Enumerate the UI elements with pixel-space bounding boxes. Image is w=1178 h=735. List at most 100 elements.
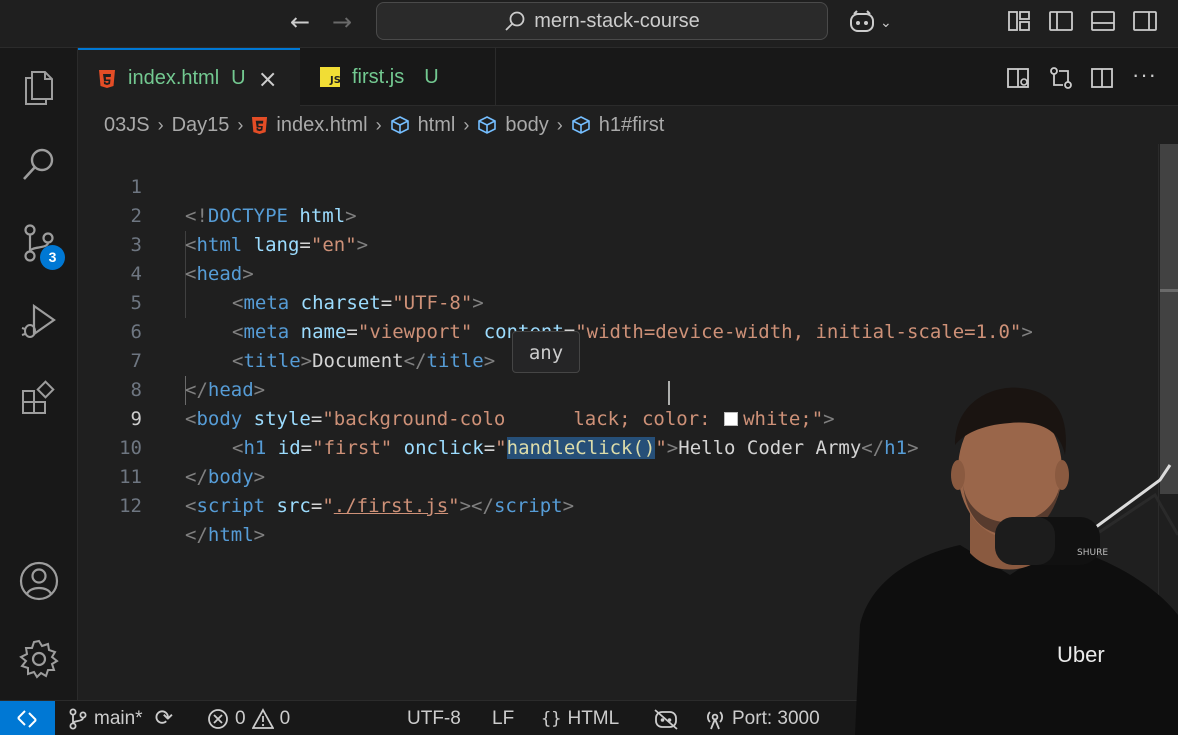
scrollbar-cursor-marker (1160, 289, 1178, 292)
svg-text:JS: JS (329, 75, 340, 86)
accounts-icon[interactable] (18, 560, 60, 602)
branch-indicator[interactable]: main* ⟳ (68, 701, 173, 735)
breadcrumb-item-symbol[interactable]: html (390, 113, 456, 137)
chevron-right-icon: › (237, 114, 244, 135)
gear-icon[interactable] (18, 638, 60, 680)
tab-label: first.js (352, 65, 405, 88)
breadcrumb-item-symbol[interactable]: body (477, 113, 549, 137)
chevron-right-icon: › (375, 114, 382, 135)
back-arrow-icon[interactable]: ← (285, 8, 315, 36)
code-line: 3 <head> (78, 202, 1158, 285)
code-line: 6 <title>Document</title> (78, 289, 1158, 372)
forward-arrow-icon[interactable]: → (327, 8, 357, 36)
file-link[interactable]: ./first.js (334, 495, 448, 517)
command-center-search[interactable]: mern-stack-course (376, 2, 828, 40)
port-label: Port: 3000 (732, 707, 820, 729)
more-actions-icon[interactable]: ··· (1132, 62, 1157, 88)
copilot-status[interactable] (653, 701, 679, 735)
symbol-field-icon (390, 116, 409, 134)
language-mode-indicator[interactable]: {} HTML (541, 701, 619, 735)
chevron-down-icon: ⌄ (880, 13, 892, 30)
copilot-disabled-icon (654, 708, 678, 730)
code-line: 2 <html lang="en"> (78, 173, 1158, 256)
webcam-presenter-overlay: SHURE Uber (855, 387, 1178, 735)
breadcrumb-label: html (417, 113, 456, 136)
breadcrumb-label: index.html (276, 113, 368, 136)
breadcrumb: 03JS › Day15 › index.html › html › body … (78, 106, 1178, 144)
toggle-panel-icon[interactable] (1090, 9, 1116, 33)
breadcrumb-item-file[interactable]: index.html (251, 113, 368, 137)
mic-grille (995, 517, 1055, 565)
editor-tabs: index.html U × JS first.js U ··· (78, 48, 1178, 107)
chevron-right-icon: › (556, 114, 563, 135)
hover-tooltip: any (512, 331, 580, 373)
remote-indicator[interactable] (0, 701, 55, 735)
source-control-badge: 3 (40, 245, 65, 270)
explorer-files-icon[interactable] (18, 66, 60, 108)
mic-brand-logo: SHURE (1077, 548, 1108, 558)
html5-icon (252, 116, 268, 134)
breadcrumb-label: body (505, 113, 549, 136)
code-line: 5 <meta name="viewport" content="width=d… (78, 260, 1158, 343)
tab-label: index.html (128, 67, 220, 89)
remote-icon (17, 710, 37, 728)
customize-layout-icon[interactable] (1006, 9, 1032, 33)
code-line: 8 <body style="background-colo lack; colo… (78, 347, 1158, 430)
open-preview-icon[interactable] (1006, 66, 1032, 90)
editor-actions: ··· (998, 48, 1178, 106)
tab-index-html[interactable]: index.html U × (78, 48, 300, 107)
eol-label: LF (492, 707, 515, 729)
git-branch-icon (69, 708, 87, 729)
language-label: HTML (567, 707, 620, 729)
sync-icon[interactable]: ⟳ (155, 706, 173, 731)
code-line: 7 </head> (78, 318, 1158, 401)
chevron-right-icon: › (463, 114, 470, 135)
symbol-field-icon (478, 116, 497, 134)
extensions-icon[interactable] (18, 378, 60, 420)
title-bar: ← → mern-stack-course ⌄ (0, 0, 1178, 48)
command-center-label: mern-stack-course (534, 9, 700, 32)
shirt-logo: Uber (1057, 642, 1105, 667)
problems-indicator[interactable]: 0 0 (207, 701, 290, 735)
html5-icon (99, 69, 115, 88)
branch-name: main* (94, 707, 143, 729)
toggle-primary-sidebar-icon[interactable] (1048, 9, 1074, 33)
warning-icon (251, 707, 274, 729)
compare-changes-icon[interactable] (1048, 66, 1074, 90)
braces-icon: {} (541, 708, 562, 729)
text-cursor (668, 381, 670, 405)
breadcrumb-item-symbol[interactable]: h1#first (571, 113, 665, 137)
warning-count: 0 (279, 707, 291, 729)
chevron-right-icon: › (157, 114, 164, 135)
line-number: 12 (119, 495, 142, 517)
copilot-icon (850, 10, 874, 32)
presenter-ear (951, 460, 965, 490)
symbol-field-icon (571, 116, 590, 134)
breadcrumb-item-folder[interactable]: Day15 (172, 114, 230, 137)
breadcrumb-label: h1#first (598, 113, 665, 136)
untracked-status: U (424, 65, 439, 88)
error-icon (208, 708, 228, 729)
eol-indicator[interactable]: LF (492, 701, 514, 735)
close-icon[interactable]: × (258, 65, 278, 93)
search-icon[interactable] (18, 144, 60, 186)
encoding-indicator[interactable]: UTF-8 (407, 701, 461, 735)
run-and-debug-icon[interactable] (18, 300, 60, 342)
code-line: 1 <!DOCTYPE html> (78, 144, 1158, 227)
error-count: 0 (235, 707, 246, 729)
activity-bar: 3 (0, 48, 78, 700)
broadcast-icon (707, 710, 723, 729)
presenter-ear (1055, 460, 1069, 490)
line-content: </html> (185, 524, 266, 546)
copilot-menu[interactable]: ⌄ (848, 8, 898, 36)
split-editor-icon[interactable] (1090, 66, 1116, 90)
mic-cable (1094, 492, 1178, 537)
tab-first-js[interactable]: JS first.js U (300, 48, 496, 106)
search-icon (505, 11, 525, 31)
toggle-secondary-sidebar-icon[interactable] (1132, 9, 1158, 33)
port-indicator[interactable]: Port: 3000 (704, 701, 820, 735)
line-content: <script src="./first.js"></script> (185, 495, 575, 517)
presenter-shirt (855, 545, 1178, 735)
breadcrumb-item-folder[interactable]: 03JS (104, 114, 150, 137)
js-icon: JS (320, 67, 340, 87)
